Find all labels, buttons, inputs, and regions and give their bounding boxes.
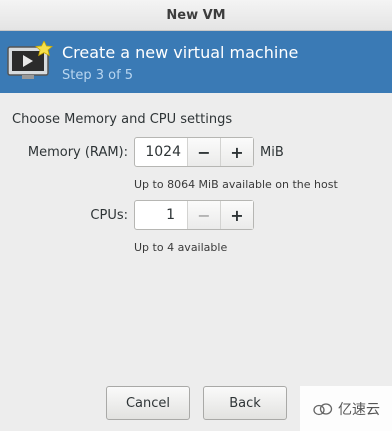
memory-unit-label: MiB xyxy=(260,145,284,160)
cpus-label: CPUs: xyxy=(90,208,128,223)
window-title: New VM xyxy=(166,7,226,23)
section-heading: Choose Memory and CPU settings xyxy=(12,112,233,127)
cancel-button[interactable]: Cancel xyxy=(106,386,190,420)
watermark: 亿速云 xyxy=(300,386,392,431)
memory-availability-hint: Up to 8064 MiB available on the host xyxy=(134,178,338,191)
wizard-step-indicator: Step 3 of 5 xyxy=(62,68,134,83)
wizard-title: Create a new virtual machine xyxy=(62,43,299,62)
cpus-value-field[interactable]: 1 xyxy=(135,201,188,229)
memory-spinbutton[interactable]: 1024 − + xyxy=(134,137,254,167)
back-button[interactable]: Back xyxy=(203,386,287,420)
cpus-increment-button[interactable]: + xyxy=(221,201,253,229)
memory-decrement-button[interactable]: − xyxy=(188,138,221,166)
wizard-banner: Create a new virtual machine Step 3 of 5 xyxy=(0,31,392,93)
cpus-availability-hint: Up to 4 available xyxy=(134,241,228,254)
cpus-decrement-button[interactable]: − xyxy=(188,201,221,229)
window-titlebar[interactable]: New VM xyxy=(0,0,392,31)
memory-label: Memory (RAM): xyxy=(27,145,128,160)
memory-increment-button[interactable]: + xyxy=(221,138,253,166)
monitor-star-icon xyxy=(7,41,53,79)
cpus-spinbutton[interactable]: 1 − + xyxy=(134,200,254,230)
watermark-text: 亿速云 xyxy=(338,401,380,418)
memory-value-field[interactable]: 1024 xyxy=(135,138,188,166)
cloud-logo-icon xyxy=(313,402,333,415)
